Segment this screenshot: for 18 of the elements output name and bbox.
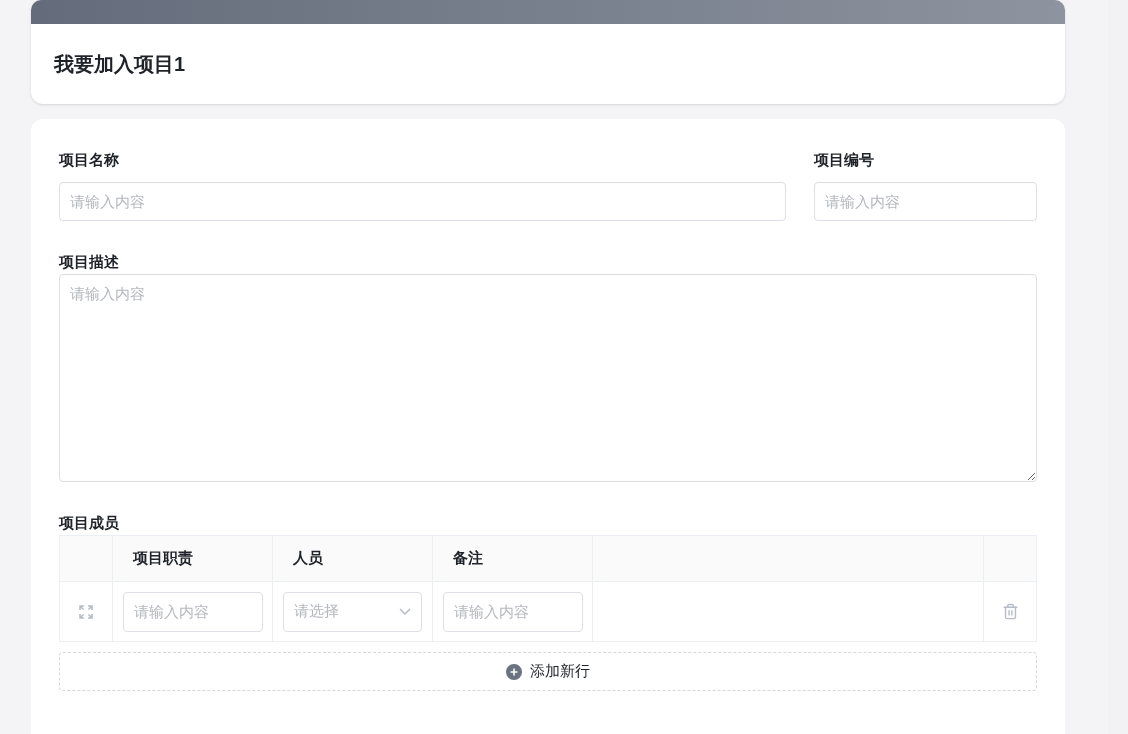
page-title: 我要加入项目1 xyxy=(54,52,186,77)
field-label: 项目成员 xyxy=(59,513,120,533)
field-label: 项目编号 xyxy=(814,150,875,170)
plus-circle-icon xyxy=(506,663,522,680)
add-row-button[interactable]: 添加新行 xyxy=(59,652,1037,691)
expand-icon[interactable] xyxy=(79,604,93,619)
chevron-down-icon xyxy=(399,607,411,616)
field-label: 项目描述 xyxy=(59,252,120,272)
textarea-field[interactable]: 请输入内容 xyxy=(59,274,1037,482)
field-label: 项目名称 xyxy=(59,150,120,170)
input-field[interactable]: 请输入内容 xyxy=(59,182,786,221)
column-header: 人员 xyxy=(293,548,323,569)
column-header: 备注 xyxy=(453,548,483,569)
input-field[interactable]: 请输入内容 xyxy=(814,182,1037,221)
input-field[interactable]: 请输入内容 xyxy=(123,591,263,632)
input-field[interactable]: 请输入内容 xyxy=(443,591,583,632)
column-header: 项目职责 xyxy=(133,548,193,569)
delete-icon[interactable] xyxy=(1001,603,1019,620)
